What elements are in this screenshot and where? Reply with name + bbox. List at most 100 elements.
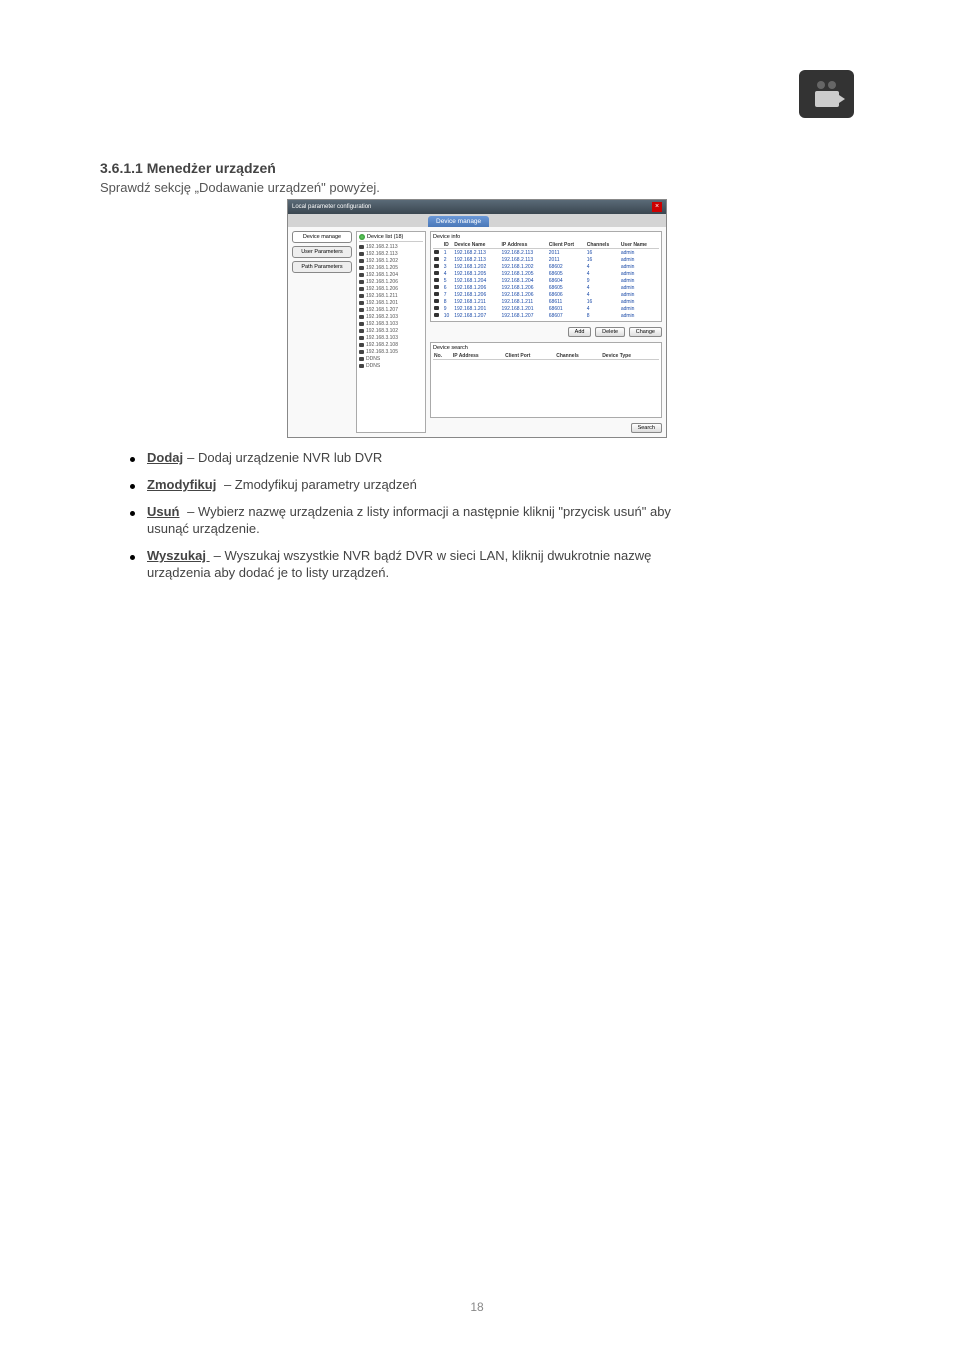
bullet-dot-icon <box>130 457 135 462</box>
device-manager-screenshot: Local parameter configuration × Device m… <box>287 199 667 438</box>
device-icon <box>359 364 364 368</box>
device-list-item[interactable]: 192.168.3.102 <box>359 327 423 334</box>
logo-dot <box>828 81 836 89</box>
device-icon <box>434 264 439 268</box>
device-list-header: Device list (18) <box>359 234 423 242</box>
device-list-item[interactable]: 192.168.2.113 <box>359 243 423 250</box>
device-list-item[interactable]: 192.168.1.201 <box>359 299 423 306</box>
bullet-item: Wyszukaj – Wyszukaj wszystkie NVR bądź D… <box>130 548 854 580</box>
device-icon <box>359 266 364 270</box>
device-list-item[interactable]: 192.168.2.103 <box>359 313 423 320</box>
add-button[interactable]: Add <box>568 327 592 337</box>
device-icon <box>359 245 364 249</box>
camera-logo <box>799 70 854 118</box>
device-info-table: IDDevice NameIP AddressClient PortChanne… <box>433 241 659 319</box>
table-row[interactable]: 8192.168.1.211192.168.1.2116861116admin <box>433 298 659 305</box>
table-row[interactable]: 9192.168.1.201192.168.1.201686014admin <box>433 305 659 312</box>
close-icon[interactable]: × <box>652 202 662 212</box>
device-search-table: No.IP AddressClient PortChannelsDevice T… <box>433 352 659 360</box>
device-icon <box>359 273 364 277</box>
table-row[interactable]: 7192.168.1.206192.168.1.206686064admin <box>433 291 659 298</box>
device-list-item[interactable]: DDNS <box>359 355 423 362</box>
left-nav: Device manage User Parameters Path Param… <box>292 231 352 433</box>
search-button[interactable]: Search <box>631 423 662 433</box>
device-icon <box>434 313 439 317</box>
table-row[interactable]: 10192.168.1.207192.168.1.207686078admin <box>433 312 659 319</box>
bullet-dot-icon <box>130 484 135 489</box>
device-list-item[interactable]: 192.168.2.108 <box>359 341 423 348</box>
bullet-text: – Wybierz nazwę urządzenia z listy infor… <box>184 504 671 519</box>
table-row[interactable]: 6192.168.1.206192.168.1.206686054admin <box>433 284 659 291</box>
bullet-dot-icon <box>130 511 135 516</box>
device-icon <box>359 322 364 326</box>
device-list-item[interactable]: 192.168.1.211 <box>359 292 423 299</box>
device-icon <box>434 292 439 296</box>
device-icon <box>359 259 364 263</box>
device-icon <box>359 301 364 305</box>
device-list-item[interactable]: 192.168.1.206 <box>359 278 423 285</box>
table-row[interactable]: 5192.168.1.204192.168.1.204686049admin <box>433 277 659 284</box>
device-list-item[interactable]: 192.168.1.207 <box>359 306 423 313</box>
table-row[interactable]: 1192.168.2.113192.168.2.113201116admin <box>433 249 659 257</box>
bullet-label: Dodaj <box>147 450 183 465</box>
device-icon <box>434 306 439 310</box>
device-list-item[interactable]: 192.168.3.103 <box>359 334 423 341</box>
nav-path-parameters[interactable]: Path Parameters <box>292 261 352 273</box>
device-icon <box>359 252 364 256</box>
section-title: 3.6.1.1 Menedżer urządzeń <box>100 160 854 176</box>
device-icon <box>359 343 364 347</box>
device-list-item[interactable]: 192.168.1.206 <box>359 285 423 292</box>
column-header: Channels <box>555 352 601 360</box>
device-icon <box>359 280 364 284</box>
device-list-item[interactable]: 192.168.1.202 <box>359 257 423 264</box>
column-header: No. <box>433 352 452 360</box>
window-title: Local parameter configuration <box>292 204 371 210</box>
device-list-item[interactable]: 192.168.1.204 <box>359 271 423 278</box>
device-search-label: Device search <box>433 345 659 351</box>
device-list-item[interactable]: 192.168.1.205 <box>359 264 423 271</box>
button-row: Add Delete Change <box>430 325 662 339</box>
bullet-item: Dodaj – Dodaj urządzenie NVR lub DVR <box>130 450 854 465</box>
column-header: IP Address <box>452 352 504 360</box>
bullet-item: Zmodyfikuj – Zmodyfikuj parametry urządz… <box>130 477 854 492</box>
device-list-header-text: Device list (18) <box>367 234 403 240</box>
bullet-dot-icon <box>130 555 135 560</box>
nav-device-manage[interactable]: Device manage <box>292 231 352 243</box>
search-button-row: Search <box>430 421 662 433</box>
device-icon <box>434 257 439 261</box>
globe-icon <box>359 234 365 240</box>
table-row[interactable]: 3192.168.1.202192.168.1.202686024admin <box>433 263 659 270</box>
device-search-panel: Device search No.IP AddressClient PortCh… <box>430 342 662 418</box>
device-icon <box>359 329 364 333</box>
device-info-panel: Device info IDDevice NameIP AddressClien… <box>430 231 662 322</box>
column-header <box>433 241 443 249</box>
table-row[interactable]: 4192.168.1.205192.168.1.205686054admin <box>433 270 659 277</box>
tab-bar: Device manage <box>288 214 666 227</box>
bullet-text: – Wyszukaj wszystkie NVR bądź DVR w siec… <box>214 548 652 563</box>
device-list-item[interactable]: 192.168.2.113 <box>359 250 423 257</box>
device-icon <box>434 250 439 254</box>
bullets-list: Dodaj – Dodaj urządzenie NVR lub DVR Zmody… <box>130 450 854 580</box>
column-header: Device Type <box>601 352 659 360</box>
delete-button[interactable]: Delete <box>595 327 625 337</box>
column-header: Device Name <box>453 241 500 249</box>
bullet-label: Zmodyfikuj <box>147 477 216 492</box>
device-list-item[interactable]: DDNS <box>359 362 423 369</box>
device-icon <box>359 350 364 354</box>
table-row[interactable]: 2192.168.2.113192.168.2.113201116admin <box>433 256 659 263</box>
bullet-label: Wyszukaj <box>147 548 210 563</box>
bullet-text: – Dodaj urządzenie NVR lub DVR <box>187 450 382 465</box>
change-button[interactable]: Change <box>629 327 662 337</box>
device-icon <box>359 336 364 340</box>
device-icon <box>434 285 439 289</box>
device-list-item[interactable]: 192.168.3.103 <box>359 320 423 327</box>
page-number: 18 <box>470 1300 483 1314</box>
column-header: IP Address <box>501 241 548 249</box>
tab-device-manage[interactable]: Device manage <box>428 216 489 227</box>
camera-icon <box>815 91 839 107</box>
device-icon <box>359 294 364 298</box>
device-list-item[interactable]: 192.168.3.105 <box>359 348 423 355</box>
device-icon <box>434 278 439 282</box>
nav-user-parameters[interactable]: User Parameters <box>292 246 352 258</box>
logo-dot <box>817 81 825 89</box>
